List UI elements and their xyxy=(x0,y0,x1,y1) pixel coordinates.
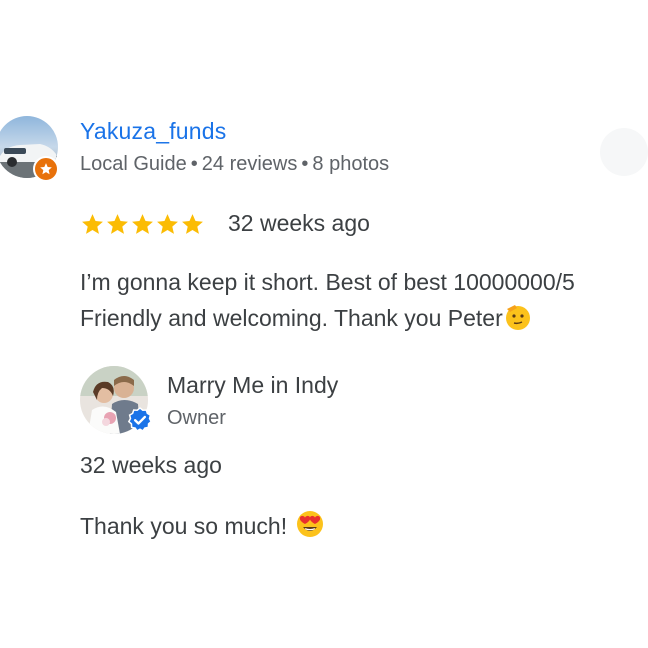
heart-eyes-emoji xyxy=(295,509,325,545)
local-guide-star-icon xyxy=(33,156,59,182)
star-icon xyxy=(82,214,103,234)
local-guide-label: Local Guide xyxy=(80,153,187,175)
photo-count: 8 photos xyxy=(312,153,390,175)
star-icon xyxy=(132,214,153,234)
review-text-line-1: I’m gonna keep it short. Best of best 10… xyxy=(80,269,575,295)
review-count: 24 reviews xyxy=(201,153,298,175)
response-date: 32 weeks ago xyxy=(80,452,222,478)
review-text-line-2-text: Friendly and welcoming. Thank you Peter xyxy=(80,305,503,331)
response-text-content: Thank you so much! xyxy=(80,513,288,539)
response-text: Thank you so much! xyxy=(80,509,325,545)
star-rating xyxy=(80,212,205,237)
review-text: I’m gonna keep it short. Best of best 10… xyxy=(80,264,575,341)
meta-separator: • xyxy=(190,153,198,175)
star-icon xyxy=(182,214,203,234)
reviewer-name[interactable]: Yakuza_funds xyxy=(80,118,226,145)
owner-role: Owner xyxy=(167,407,226,429)
owner-name[interactable]: Marry Me in Indy xyxy=(167,372,338,399)
reviewer-meta: Local Guide • 24 reviews • 8 photos xyxy=(80,153,389,176)
star-icon xyxy=(107,214,128,234)
review-date: 32 weeks ago xyxy=(228,210,370,236)
review-text-line-2: Friendly and welcoming. Thank you Peter xyxy=(80,300,575,341)
meta-separator: • xyxy=(301,153,309,175)
salute-face-emoji xyxy=(504,303,532,341)
verified-check-icon xyxy=(127,407,153,433)
star-icon xyxy=(157,214,178,234)
more-options-button[interactable] xyxy=(600,128,648,176)
